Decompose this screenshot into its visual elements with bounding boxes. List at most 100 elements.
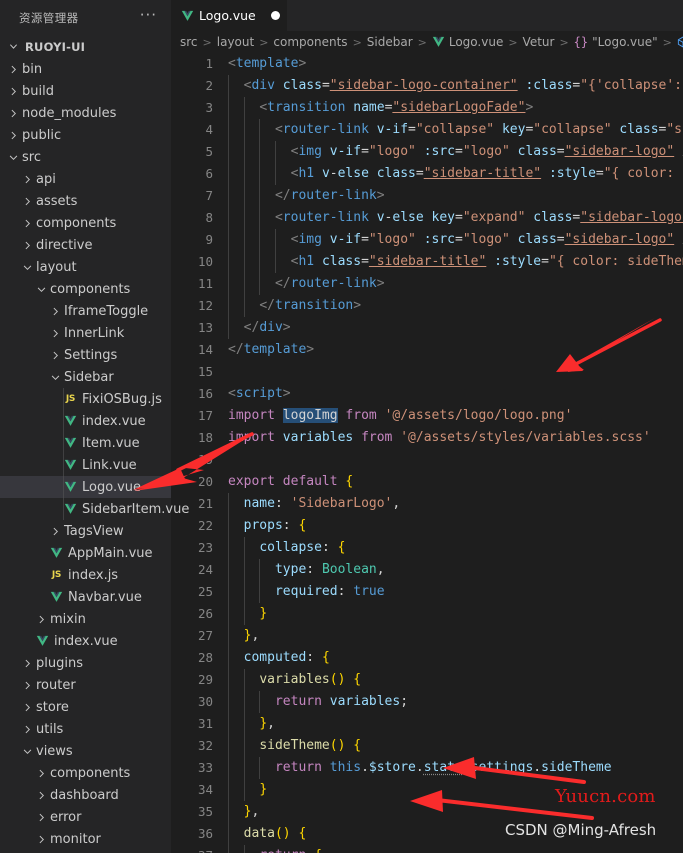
chevron-right-icon[interactable] [20,681,35,690]
breadcrumb-item-sidebar[interactable]: Sidebar [367,35,413,49]
chevron-down-icon[interactable] [34,285,49,294]
tree-item-store[interactable]: store [0,696,171,718]
tree-item-item-vue[interactable]: Item.vue [0,432,171,454]
tree-item-innerlink[interactable]: InnerLink [0,322,171,344]
chevron-down-icon[interactable] [48,373,63,382]
tree-item-plugins[interactable]: plugins [0,652,171,674]
code-line-26[interactable]: 26 } [171,603,683,625]
tree-item-components[interactable]: components [0,762,171,784]
code-line-11[interactable]: 11 </router-link> [171,273,683,295]
chevron-right-icon[interactable] [6,131,21,140]
code-line-2[interactable]: 2 <div class="sidebar-logo-container" :c… [171,75,683,97]
tree-item-index-js[interactable]: JS index.js [0,564,171,586]
code-line-15[interactable]: 15 [171,361,683,383]
code-line-23[interactable]: 23 collapse: { [171,537,683,559]
code-line-20[interactable]: 20 export default { [171,471,683,493]
breadcrumb-item-layout[interactable]: layout [217,35,254,49]
explorer-root-folder[interactable]: RUOYI-UI [0,35,171,58]
chevron-right-icon[interactable] [6,109,21,118]
chevron-down-icon[interactable] [6,153,21,162]
tree-item-monitor[interactable]: monitor [0,828,171,850]
code-line-17[interactable]: 17 import logoImg from '@/assets/logo/log… [171,405,683,427]
code-content[interactable]: 1 <template> 2 <div class="sidebar-logo-co… [171,53,683,853]
chevron-right-icon[interactable] [34,813,49,822]
code-line-6[interactable]: 6 <h1 v-else class="sidebar-title" :styl… [171,163,683,185]
chevron-right-icon[interactable] [48,351,63,360]
tree-item-components[interactable]: components [0,278,171,300]
tree-item-views[interactable]: views [0,740,171,762]
chevron-right-icon[interactable] [20,659,35,668]
code-line-32[interactable]: 32 sideTheme() { [171,735,683,757]
tree-item-tagsview[interactable]: TagsView [0,520,171,542]
chevron-right-icon[interactable] [48,527,63,536]
breadcrumb-item-components[interactable]: components [273,35,347,49]
tree-item-src[interactable]: src [0,146,171,168]
code-line-30[interactable]: 30 return variables; [171,691,683,713]
chevron-right-icon[interactable] [20,703,35,712]
tree-item-build[interactable]: build [0,80,171,102]
code-line-14[interactable]: 14 </template> [171,339,683,361]
chevron-down-icon[interactable] [20,263,35,272]
explorer-more-icon[interactable]: ··· [134,7,163,26]
chevron-right-icon[interactable] [6,65,21,74]
tree-item-assets[interactable]: assets [0,190,171,212]
breadcrumb-item-scri[interactable]: scri [677,35,683,49]
code-line-19[interactable]: 19 [171,449,683,471]
code-line-8[interactable]: 8 <router-link v-else key="expand" class… [171,207,683,229]
tree-item-dashboard[interactable]: dashboard [0,784,171,806]
breadcrumb-item-vetur[interactable]: Vetur [523,35,555,49]
chevron-right-icon[interactable] [20,725,35,734]
chevron-down-icon[interactable] [20,747,35,756]
code-line-24[interactable]: 24 type: Boolean, [171,559,683,581]
chevron-right-icon[interactable] [20,197,35,206]
chevron-right-icon[interactable] [34,769,49,778]
chevron-right-icon[interactable] [20,241,35,250]
code-line-5[interactable]: 5 <img v-if="logo" :src="logo" class="si… [171,141,683,163]
chevron-right-icon[interactable] [34,791,49,800]
code-line-25[interactable]: 25 required: true [171,581,683,603]
tree-item-api[interactable]: api [0,168,171,190]
breadcrumb-item-src[interactable]: src [180,35,198,49]
code-line-21[interactable]: 21 name: 'SidebarLogo', [171,493,683,515]
tree-item-settings[interactable]: Settings [0,344,171,366]
tree-item-index-vue[interactable]: index.vue [0,410,171,432]
tree-item-error[interactable]: error [0,806,171,828]
tree-item-appmain-vue[interactable]: AppMain.vue [0,542,171,564]
tree-item-utils[interactable]: utils [0,718,171,740]
code-line-4[interactable]: 4 <router-link v-if="collapse" key="coll… [171,119,683,141]
tree-item-mixin[interactable]: mixin [0,608,171,630]
tree-item-index-vue[interactable]: index.vue [0,630,171,652]
breadcrumb-item-logo.vue[interactable]: Logo.vue [432,35,503,49]
code-line-1[interactable]: 1 <template> [171,53,683,75]
chevron-right-icon[interactable] [34,615,49,624]
tree-item-logo-vue[interactable]: Logo.vue [0,476,171,498]
code-line-3[interactable]: 3 <transition name="sidebarLogoFade"> [171,97,683,119]
code-line-28[interactable]: 28 computed: { [171,647,683,669]
tree-item-iframetoggle[interactable]: IframeToggle [0,300,171,322]
tree-item-directive[interactable]: directive [0,234,171,256]
chevron-right-icon[interactable] [20,175,35,184]
chevron-right-icon[interactable] [20,219,35,228]
code-line-12[interactable]: 12 </transition> [171,295,683,317]
code-line-27[interactable]: 27 }, [171,625,683,647]
code-line-10[interactable]: 10 <h1 class="sidebar-title" :style="{ c… [171,251,683,273]
code-line-31[interactable]: 31 }, [171,713,683,735]
code-line-16[interactable]: 16 <script> [171,383,683,405]
chevron-right-icon[interactable] [48,329,63,338]
chevron-right-icon[interactable] [34,835,49,844]
tree-item-layout[interactable]: layout [0,256,171,278]
code-line-7[interactable]: 7 </router-link> [171,185,683,207]
code-line-9[interactable]: 9 <img v-if="logo" :src="logo" class="si… [171,229,683,251]
tree-item-router[interactable]: router [0,674,171,696]
tree-item-public[interactable]: public [0,124,171,146]
code-line-13[interactable]: 13 </div> [171,317,683,339]
code-line-37[interactable]: 37 return { [171,845,683,853]
code-line-33[interactable]: 33 return this.$store.state.settings.sid… [171,757,683,779]
chevron-right-icon[interactable] [6,87,21,96]
tree-item-components[interactable]: components [0,212,171,234]
tree-item-link-vue[interactable]: Link.vue [0,454,171,476]
tree-item-bin[interactable]: bin [0,58,171,80]
tree-item-node-modules[interactable]: node_modules [0,102,171,124]
code-line-18[interactable]: 18 import variables from '@/assets/styles… [171,427,683,449]
breadcrumb-item-logo.vue[interactable]: {} "Logo.vue" [574,35,658,49]
